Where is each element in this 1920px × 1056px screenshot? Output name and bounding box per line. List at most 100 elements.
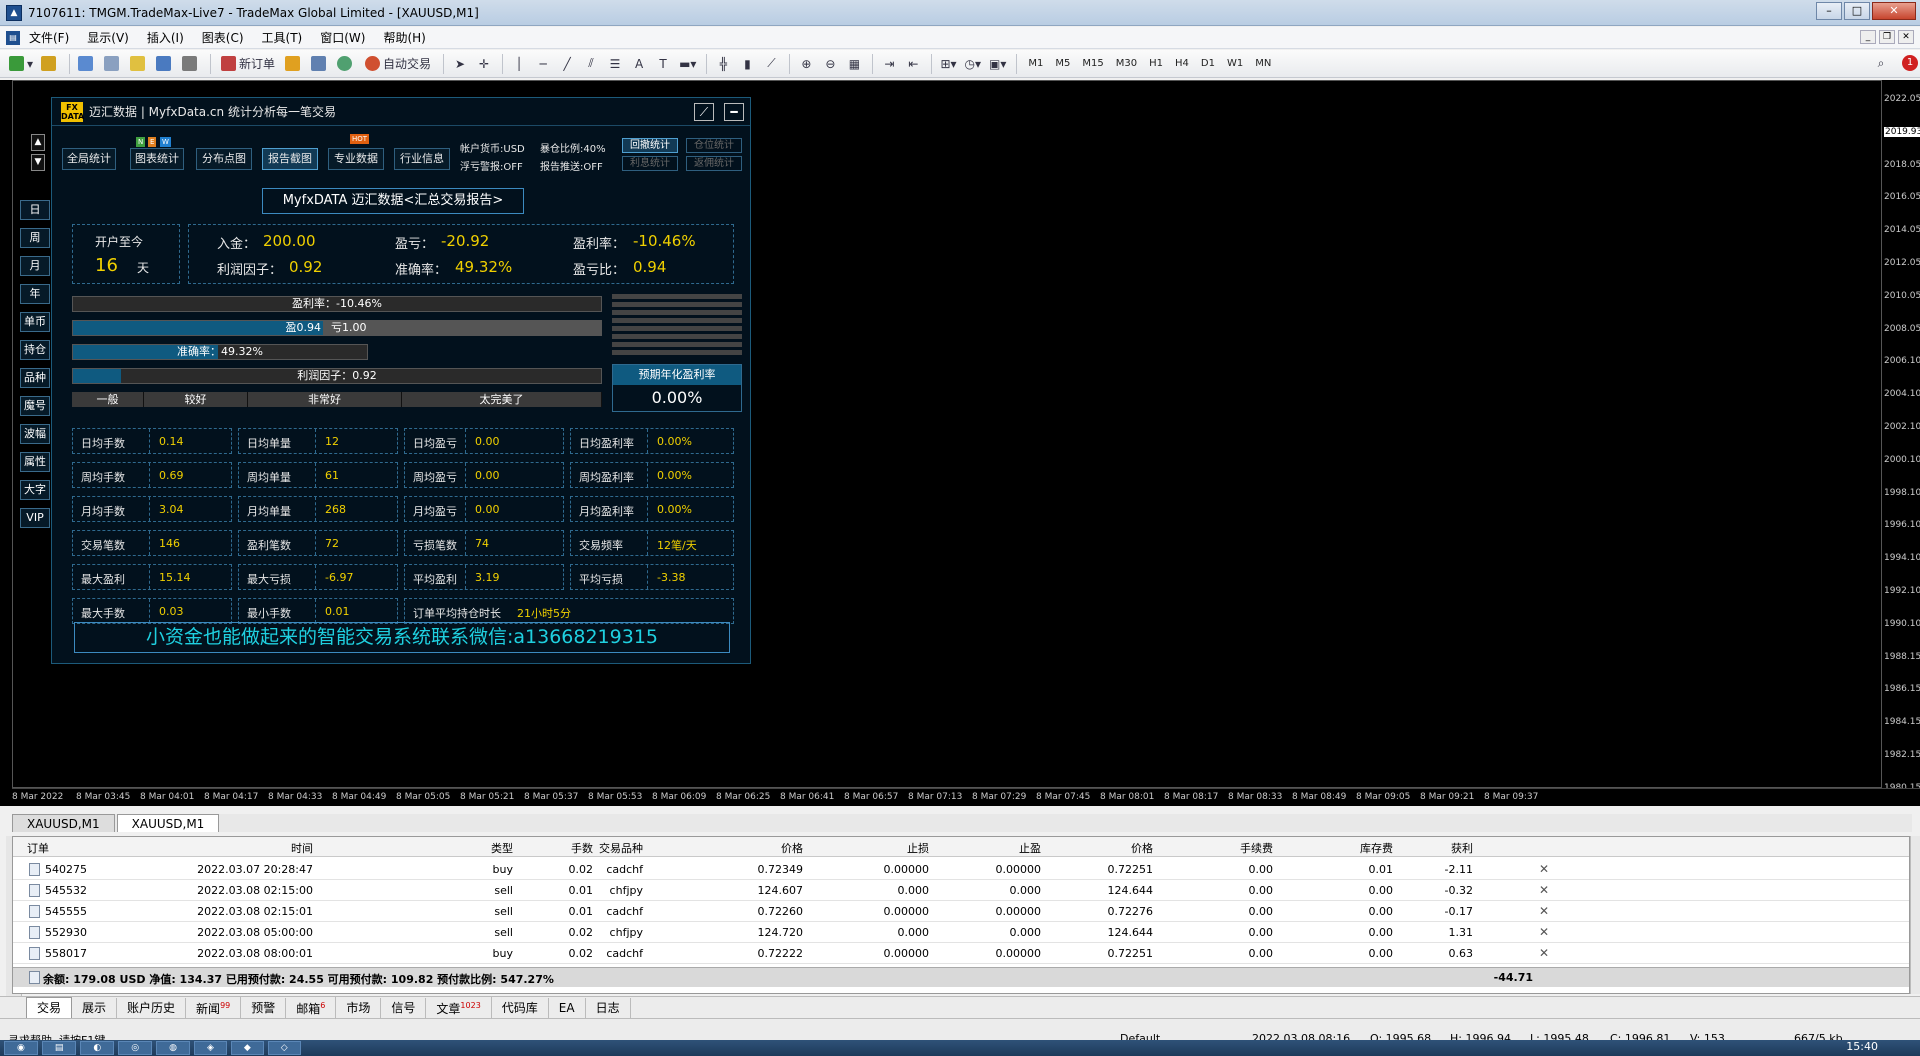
arrows-icon[interactable]: ▬▾	[676, 53, 699, 75]
terminal-scrollbar[interactable]	[1910, 836, 1920, 994]
close-order-icon[interactable]: ✕	[1539, 883, 1549, 897]
data-window-icon[interactable]	[101, 53, 125, 75]
left-nav-item[interactable]: 大字	[20, 480, 50, 500]
chart-tab-active[interactable]: XAUUSD,M1	[116, 814, 220, 832]
tester-icon[interactable]	[179, 53, 203, 75]
timeframe-h4[interactable]: H4	[1169, 58, 1195, 69]
table-row[interactable]: 540275 2022.03.07 20:28:47 buy 0.02 cadchf 0.…	[13, 859, 1909, 880]
chart-tab[interactable]: XAUUSD,M1	[12, 814, 115, 832]
price-axis[interactable]: 2022.05 2019.93 2018.05 2016.05 2014.05 2012.…	[1882, 80, 1920, 793]
close-button[interactable]: ✕	[1872, 2, 1916, 20]
menu-help[interactable]: 帮助(H)	[374, 27, 434, 49]
nav-report-screenshot[interactable]: 报告截图	[262, 148, 318, 170]
new-chart-icon[interactable]: ▾	[6, 53, 36, 75]
left-nav-item[interactable]: 年	[20, 284, 50, 304]
terminal-tab[interactable]: 预警	[241, 997, 287, 1018]
minimize-button[interactable]: –	[1816, 2, 1842, 20]
rebate-stats-button[interactable]: 返佣统计	[686, 156, 742, 171]
candlestick-icon[interactable]: ▮	[736, 53, 758, 75]
left-nav-item[interactable]: 月	[20, 256, 50, 276]
document-icon[interactable]: ▤	[6, 30, 20, 45]
column-header[interactable]: 手续费	[1217, 840, 1273, 856]
column-header[interactable]: 止盈	[981, 840, 1041, 856]
left-nav-item[interactable]: 持仓	[20, 340, 50, 360]
autoscroll-icon[interactable]: ⇥	[878, 53, 900, 75]
column-header[interactable]: 止损	[869, 840, 929, 856]
close-order-icon[interactable]: ✕	[1539, 946, 1549, 960]
nav-global-stats[interactable]: 全局统计	[62, 148, 116, 170]
timeframe-h1[interactable]: H1	[1143, 58, 1169, 69]
zoom-in-icon[interactable]: ⊕	[795, 53, 817, 75]
signals-icon[interactable]	[334, 53, 358, 75]
terminal-tab[interactable]: 日志	[586, 997, 631, 1018]
crosshair-icon[interactable]: ✛	[473, 53, 495, 75]
tile-windows-icon[interactable]: ▦	[843, 53, 865, 75]
maximize-button[interactable]: □	[1844, 2, 1870, 20]
position-stats-button[interactable]: 仓位统计	[686, 138, 742, 153]
arrow-up-icon[interactable]: ▲	[31, 134, 45, 151]
zoom-out-icon[interactable]: ⊖	[819, 53, 841, 75]
timeframe-w1[interactable]: W1	[1221, 58, 1249, 69]
terminal-tab[interactable]: 代码库	[492, 997, 549, 1018]
notification-badge[interactable]: 1	[1902, 55, 1918, 71]
column-header[interactable]: 类型	[473, 840, 513, 856]
left-nav-item[interactable]: 周	[20, 228, 50, 248]
drawdown-stats-button[interactable]: 回撤统计	[622, 138, 678, 153]
left-nav-item[interactable]: 品种	[20, 368, 50, 388]
periods-icon[interactable]: ◷▾	[962, 53, 985, 75]
timeframe-m1[interactable]: M1	[1022, 58, 1049, 69]
table-row[interactable]: 552930 2022.03.08 05:00:00 sell 0.02 chfjpy 1…	[13, 922, 1909, 943]
interest-stats-button[interactable]: 利息统计	[622, 156, 678, 171]
terminal-tab[interactable]: EA	[549, 997, 586, 1018]
terminal-tab[interactable]: 信号	[381, 997, 427, 1018]
left-nav-item[interactable]: VIP	[20, 508, 50, 528]
column-header[interactable]: 获利	[1353, 840, 1473, 856]
menu-window[interactable]: 窗口(W)	[311, 27, 374, 49]
trendline-icon[interactable]: ╱	[556, 53, 578, 75]
terminal-tab[interactable]: 交易	[26, 996, 73, 1019]
arrow-down-icon[interactable]: ▼	[31, 154, 45, 171]
line-chart-icon[interactable]: ⟋	[760, 53, 782, 75]
community-icon[interactable]	[308, 53, 332, 75]
taskbar-app[interactable]: ◍	[156, 1041, 190, 1055]
taskbar-app[interactable]: ◆	[230, 1041, 264, 1055]
time-axis[interactable]: 8 Mar 2022 8 Mar 03:45 8 Mar 04:01 8 Mar 04…	[12, 788, 1920, 806]
edit-icon[interactable]: ⟋	[694, 103, 714, 121]
navigator-icon[interactable]	[127, 53, 151, 75]
timeframe-m30[interactable]: M30	[1110, 58, 1143, 69]
search-icon[interactable]: ⌕	[1870, 53, 1892, 75]
market-watch-icon[interactable]	[75, 53, 99, 75]
column-header[interactable]: 价格	[1093, 840, 1153, 856]
terminal-tab[interactable]: 账户历史	[117, 997, 187, 1018]
indicators-icon[interactable]: ⊞▾	[937, 53, 959, 75]
mdi-restore-button[interactable]: ❐	[1879, 30, 1895, 44]
horizontal-line-icon[interactable]: ─	[532, 53, 554, 75]
text-label-icon[interactable]: T	[652, 53, 674, 75]
nav-industry-info[interactable]: 行业信息	[394, 148, 450, 170]
left-nav-item[interactable]: 波幅	[20, 424, 50, 444]
menu-tools[interactable]: 工具(T)	[253, 27, 312, 49]
menu-insert[interactable]: 插入(I)	[138, 27, 193, 49]
terminal-tab[interactable]: 邮箱6	[286, 996, 337, 1019]
timeframe-d1[interactable]: D1	[1195, 58, 1221, 69]
column-header[interactable]: 价格	[723, 840, 803, 856]
new-order-button[interactable]: 新订单	[216, 53, 280, 75]
nav-pro-data[interactable]: 专业数据	[328, 148, 384, 170]
left-nav-item[interactable]: 单币	[20, 312, 50, 332]
metaeditor-icon[interactable]	[282, 53, 306, 75]
terminal-icon[interactable]	[153, 53, 177, 75]
cursor-icon[interactable]: ➤	[449, 53, 471, 75]
profiles-icon[interactable]	[38, 53, 62, 75]
taskbar-app[interactable]: ▤	[41, 1041, 77, 1055]
column-header[interactable]: 交易品种	[543, 840, 643, 856]
promo-banner[interactable]: 小资金也能做起来的智能交易系统联系微信:a13668219315	[74, 622, 730, 653]
taskbar-app[interactable]: ◇	[267, 1041, 301, 1055]
timeframe-m15[interactable]: M15	[1076, 58, 1109, 69]
terminal-tab[interactable]: 新闻99	[186, 996, 242, 1019]
terminal-tab[interactable]: 市场	[336, 997, 382, 1018]
taskbar-app[interactable]: ◈	[193, 1041, 227, 1055]
close-order-icon[interactable]: ✕	[1539, 904, 1549, 918]
mdi-minimize-button[interactable]: _	[1860, 30, 1876, 44]
timeframe-m5[interactable]: M5	[1049, 58, 1076, 69]
table-row[interactable]: 545532 2022.03.08 02:15:00 sell 0.01 chfjpy 1…	[13, 880, 1909, 901]
